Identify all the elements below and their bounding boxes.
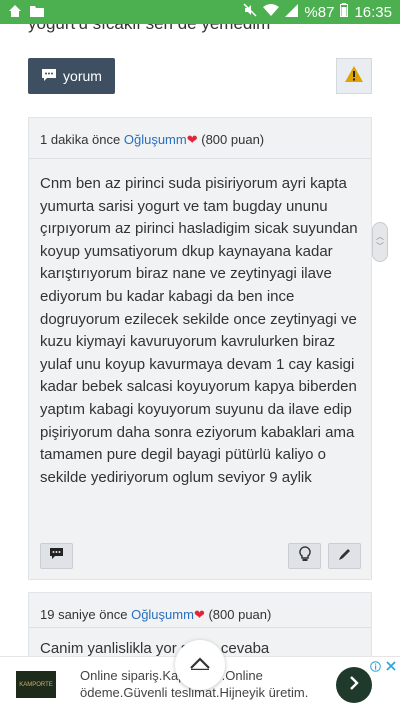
comment-action-row: yorum xyxy=(28,58,372,94)
yorum-button[interactable]: yorum xyxy=(28,58,115,94)
scroll-handle[interactable]: ︿ ﹀ xyxy=(372,222,388,262)
chevron-up-icon xyxy=(189,656,211,675)
pencil-icon xyxy=(338,547,352,566)
battery-percent: %87 xyxy=(304,3,335,21)
comment-author-link[interactable]: Oğluşumm xyxy=(131,607,194,622)
edit-button[interactable] xyxy=(328,543,361,569)
comment-time: 1 dakika önce xyxy=(40,132,121,147)
chat-bubble-icon xyxy=(49,547,64,565)
ad-close-icon[interactable] xyxy=(384,659,398,673)
ad-logo: KAMPORTE xyxy=(16,671,56,698)
ad-badges xyxy=(368,659,398,673)
comment-author-points: (800 puan) xyxy=(208,607,272,622)
comment-meta: 19 saniye önce Oğluşumm❤ (800 puan) xyxy=(40,607,271,623)
comment-time: 19 saniye önce xyxy=(40,607,128,622)
comment-text: Cnm ben az pirinci suda pisiriyorum ayri… xyxy=(40,175,358,486)
comment-meta: 1 dakika önce Oğluşumm❤ (800 puan) xyxy=(40,132,264,148)
ad-open-button[interactable] xyxy=(336,667,372,703)
home-icon xyxy=(8,4,22,21)
chevron-up-icon: ︿ xyxy=(376,232,384,241)
ad-info-icon[interactable] xyxy=(368,659,382,673)
chevron-down-icon: ﹀ xyxy=(376,242,384,251)
scroll-to-top-button[interactable] xyxy=(175,640,225,690)
wifi-icon xyxy=(263,3,280,21)
report-button[interactable] xyxy=(336,58,372,94)
comment-actions xyxy=(40,543,361,569)
helpful-button[interactable] xyxy=(288,543,321,569)
signal-icon xyxy=(285,3,299,21)
battery-icon xyxy=(340,3,349,21)
comment-author-link[interactable]: Oğluşumm xyxy=(124,132,187,147)
comment-card: 1 dakika önce Oğluşumm❤ (800 puan) Cnm b… xyxy=(28,117,372,580)
folder-icon xyxy=(30,4,44,20)
mute-icon xyxy=(243,3,257,21)
divider xyxy=(29,627,371,628)
divider xyxy=(29,158,371,159)
status-bar: %87 16:35 xyxy=(0,0,400,24)
comment-author-points: (800 puan) xyxy=(201,132,265,147)
reply-button[interactable] xyxy=(40,543,73,569)
warning-icon xyxy=(344,65,364,88)
lightbulb-icon xyxy=(298,545,311,567)
clock: 16:35 xyxy=(354,3,392,21)
heart-icon: ❤ xyxy=(186,132,198,147)
chevron-right-icon xyxy=(348,675,360,696)
heart-icon: ❤ xyxy=(193,607,205,622)
chat-bubble-icon xyxy=(41,68,57,85)
yorum-button-label: yorum xyxy=(63,68,102,84)
